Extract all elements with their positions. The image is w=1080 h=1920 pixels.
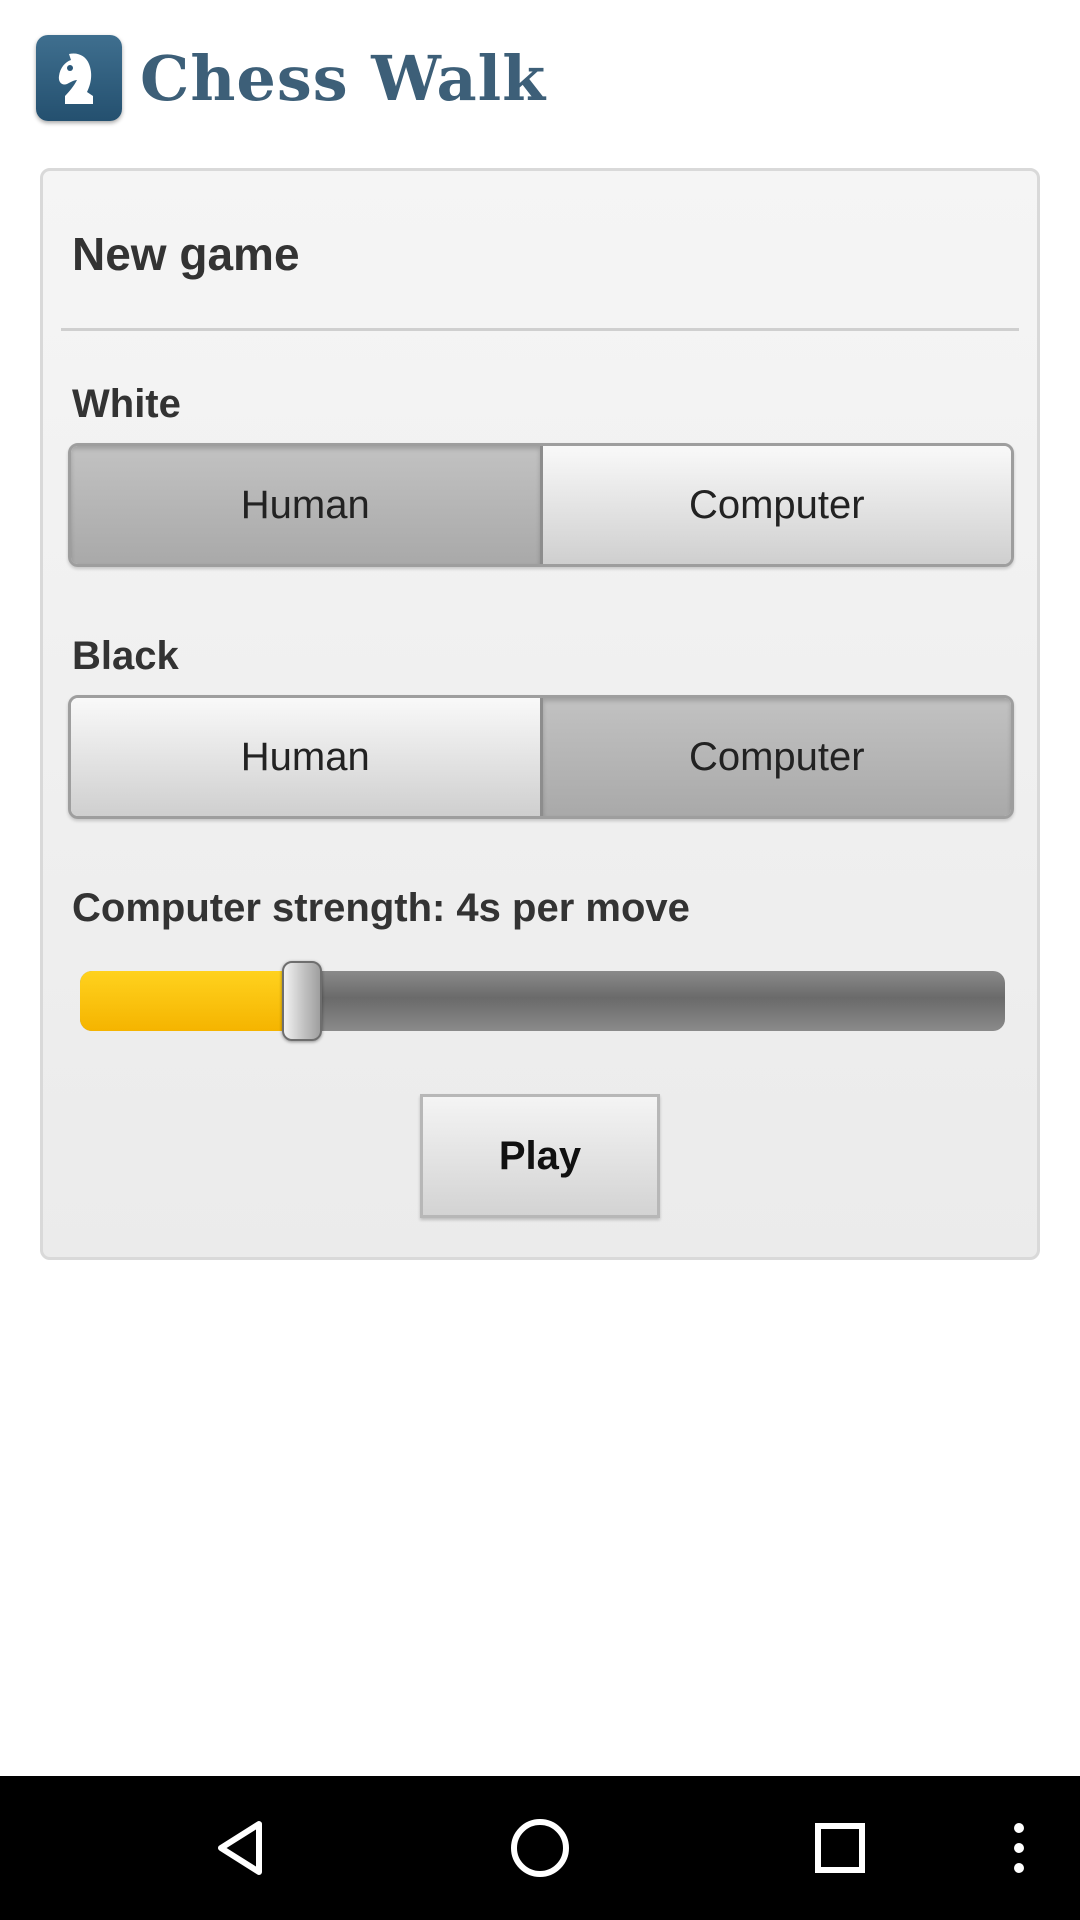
app-title: Chess Walk (140, 41, 547, 115)
black-player-toggle: Human Computer (68, 695, 1014, 819)
white-label: White (72, 382, 181, 426)
panel-title: New game (72, 228, 300, 280)
black-label: Black (72, 634, 179, 678)
play-button[interactable]: Play (420, 1094, 660, 1218)
recents-icon[interactable] (804, 1812, 876, 1884)
overflow-menu-icon[interactable] (983, 1812, 1055, 1884)
new-game-panel: New game White Human Computer Black Huma… (40, 168, 1040, 1260)
strength-slider-thumb[interactable] (282, 961, 322, 1041)
home-icon[interactable] (504, 1812, 576, 1884)
white-human-option[interactable]: Human (71, 446, 540, 564)
strength-slider[interactable] (80, 961, 1005, 1041)
knight-icon (36, 35, 122, 121)
app-header: Chess Walk (36, 34, 546, 122)
divider (61, 328, 1019, 331)
black-computer-option[interactable]: Computer (539, 698, 1011, 816)
computer-strength-label: Computer strength: 4s per move (72, 886, 690, 930)
white-computer-option[interactable]: Computer (539, 446, 1011, 564)
black-human-option[interactable]: Human (71, 698, 540, 816)
strength-slider-fill (80, 971, 302, 1031)
back-icon[interactable] (205, 1812, 277, 1884)
white-player-toggle: Human Computer (68, 443, 1014, 567)
system-navigation-bar (0, 1776, 1080, 1920)
